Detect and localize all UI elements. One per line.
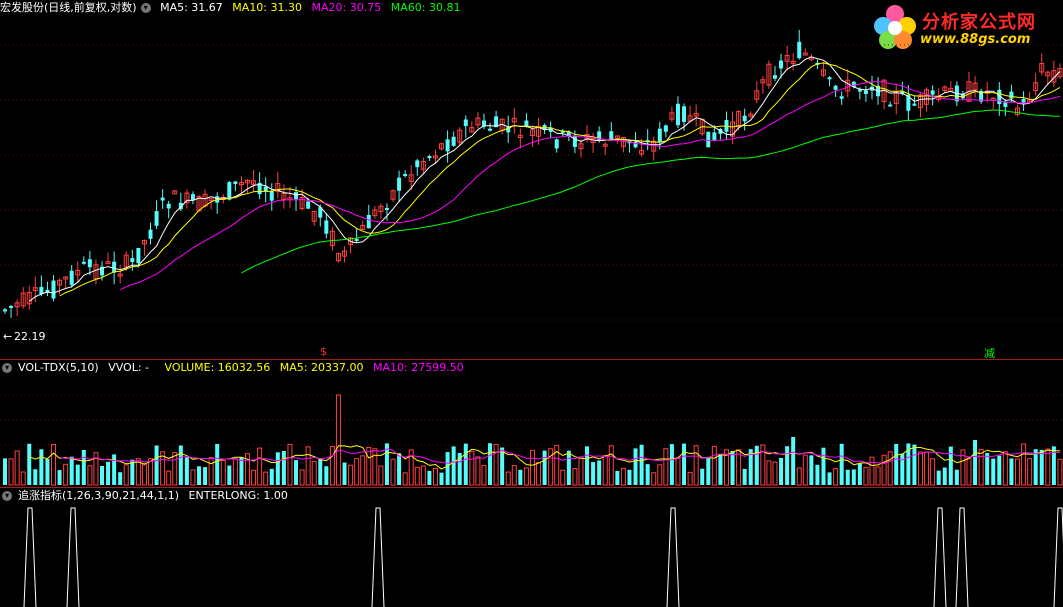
enterlong-spike (371, 507, 385, 607)
enterlong-spike (1053, 507, 1063, 607)
indicator-chart[interactable] (0, 0, 1063, 607)
enterlong-spike (23, 507, 37, 607)
enterlong-spike (66, 507, 80, 607)
enterlong-spike (666, 507, 680, 607)
enterlong-spike (955, 507, 969, 607)
enterlong-spike (933, 507, 947, 607)
